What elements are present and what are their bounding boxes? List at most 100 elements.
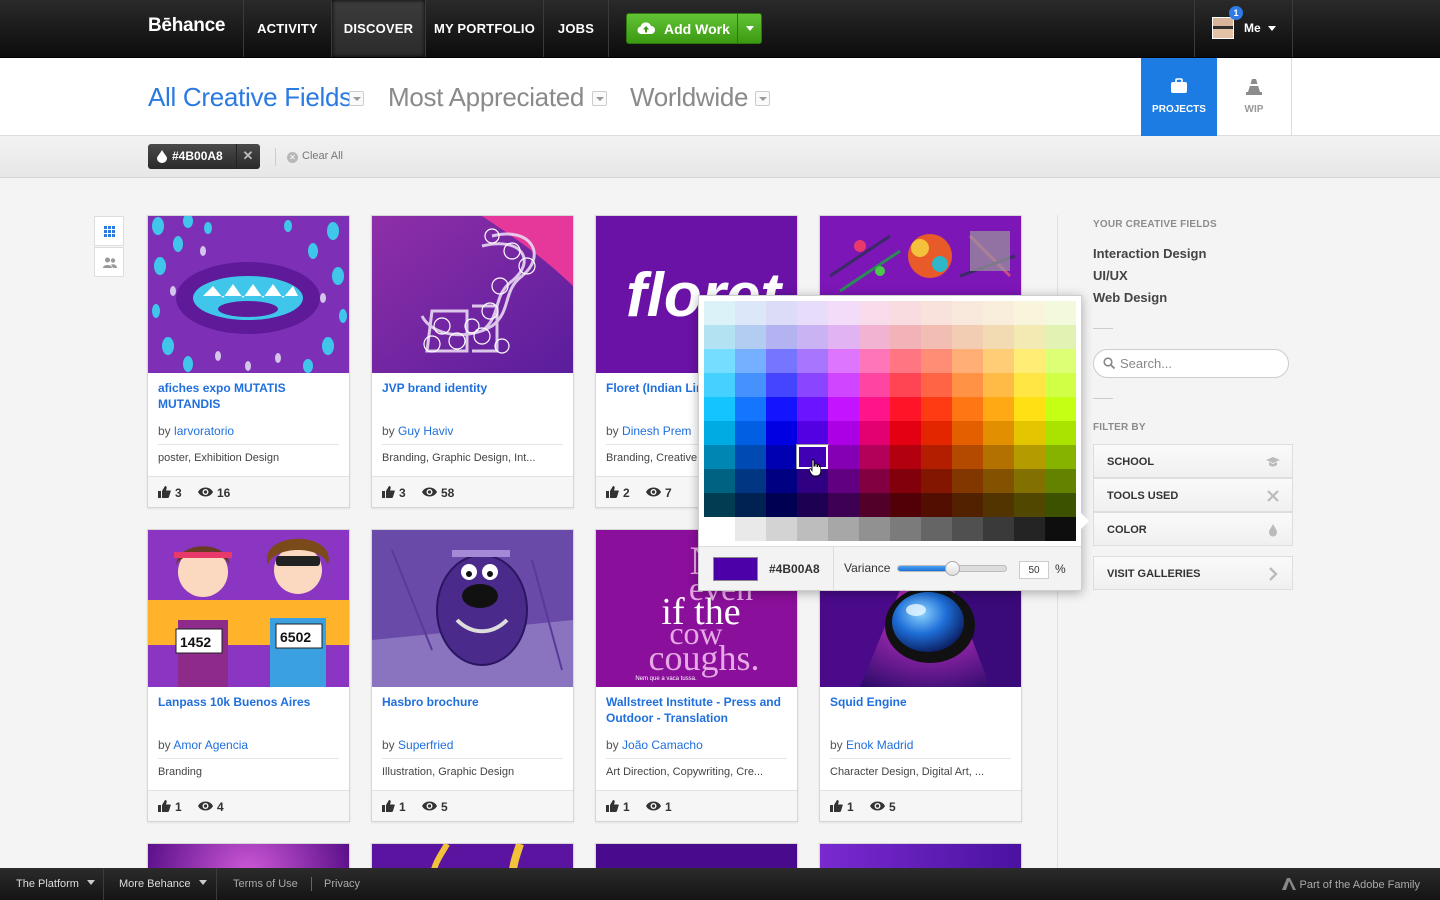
color-swatch[interactable] xyxy=(1014,397,1045,421)
color-swatch[interactable] xyxy=(890,421,921,445)
color-swatch[interactable] xyxy=(828,397,859,421)
grid-view-button[interactable] xyxy=(94,216,124,246)
users-view-button[interactable] xyxy=(94,247,124,277)
color-swatch[interactable] xyxy=(828,493,859,517)
nav-discover[interactable]: DISCOVER xyxy=(331,0,425,57)
chevron-down-icon[interactable] xyxy=(755,91,770,106)
color-swatch[interactable] xyxy=(983,421,1014,445)
color-swatch[interactable] xyxy=(828,301,859,325)
project-author-link[interactable]: larvoratorio xyxy=(174,424,234,438)
color-swatch[interactable] xyxy=(704,325,735,349)
color-swatch[interactable] xyxy=(766,349,797,373)
color-swatch[interactable] xyxy=(735,373,766,397)
color-swatch[interactable] xyxy=(704,421,735,445)
nav-my-portfolio[interactable]: MY PORTFOLIO xyxy=(425,0,543,57)
color-swatch[interactable] xyxy=(735,349,766,373)
grayscale-swatch[interactable] xyxy=(859,517,890,541)
color-swatch[interactable] xyxy=(921,373,952,397)
project-title[interactable]: Squid Engine xyxy=(830,694,1013,710)
color-swatch[interactable] xyxy=(1045,373,1076,397)
footer-the-platform[interactable]: The Platform xyxy=(16,878,95,890)
project-title[interactable]: Hasbro brochure xyxy=(382,694,565,710)
project-thumbnail[interactable] xyxy=(372,216,573,373)
color-swatch[interactable] xyxy=(1014,445,1045,469)
color-swatch[interactable] xyxy=(859,301,890,325)
filter-school[interactable]: SCHOOL xyxy=(1093,444,1293,478)
color-swatch[interactable] xyxy=(704,445,735,469)
project-author-link[interactable]: Guy Haviv xyxy=(398,424,453,438)
color-swatch[interactable] xyxy=(859,421,890,445)
variance-slider-handle[interactable] xyxy=(945,561,960,576)
variance-slider[interactable] xyxy=(897,561,1007,576)
color-swatch[interactable] xyxy=(921,445,952,469)
color-swatch[interactable] xyxy=(1014,301,1045,325)
color-swatch[interactable] xyxy=(952,349,983,373)
creative-field-link[interactable]: Interaction Design xyxy=(1093,246,1206,261)
color-swatch[interactable] xyxy=(766,397,797,421)
color-swatch[interactable] xyxy=(1045,493,1076,517)
color-swatch[interactable] xyxy=(859,469,890,493)
add-work-button[interactable]: Add Work xyxy=(626,13,762,44)
color-swatch[interactable] xyxy=(1014,325,1045,349)
color-swatch[interactable] xyxy=(859,397,890,421)
nav-activity[interactable]: ACTIVITY xyxy=(243,0,331,57)
color-swatch[interactable] xyxy=(797,493,828,517)
creative-field-link[interactable]: Web Design xyxy=(1093,290,1167,305)
project-title[interactable]: JVP brand identity xyxy=(382,380,565,396)
color-filter-chip[interactable]: #4B00A8 ✕ xyxy=(148,144,260,169)
color-swatch[interactable] xyxy=(952,325,983,349)
color-swatch[interactable] xyxy=(735,469,766,493)
color-swatch[interactable] xyxy=(890,445,921,469)
color-swatch[interactable] xyxy=(890,301,921,325)
color-swatch[interactable] xyxy=(1014,493,1045,517)
color-swatch[interactable] xyxy=(1045,349,1076,373)
creative-fields-dropdown[interactable]: All Creative Fields xyxy=(148,82,352,113)
color-swatch[interactable] xyxy=(828,421,859,445)
color-swatch[interactable] xyxy=(983,301,1014,325)
color-swatch[interactable] xyxy=(983,493,1014,517)
grayscale-swatch[interactable] xyxy=(797,517,828,541)
project-thumbnail[interactable] xyxy=(372,530,573,687)
grayscale-swatch[interactable] xyxy=(735,517,766,541)
color-swatch[interactable] xyxy=(704,301,735,325)
color-swatch[interactable] xyxy=(921,301,952,325)
color-swatch[interactable] xyxy=(952,421,983,445)
grayscale-swatch[interactable] xyxy=(704,517,735,541)
color-swatch[interactable] xyxy=(983,469,1014,493)
color-swatch[interactable] xyxy=(828,445,859,469)
project-author-link[interactable]: João Camacho xyxy=(622,738,703,752)
tab-projects[interactable]: PROJECTS xyxy=(1141,58,1217,136)
color-swatch[interactable] xyxy=(828,373,859,397)
color-swatch[interactable] xyxy=(859,325,890,349)
color-swatch[interactable] xyxy=(952,373,983,397)
grayscale-swatch[interactable] xyxy=(921,517,952,541)
color-swatch[interactable] xyxy=(921,421,952,445)
remove-chip-icon[interactable]: ✕ xyxy=(236,144,260,169)
color-swatch[interactable] xyxy=(704,349,735,373)
notification-badge[interactable]: 1 xyxy=(1229,6,1243,20)
tab-wip[interactable]: WIP xyxy=(1216,58,1292,136)
color-swatch[interactable] xyxy=(983,349,1014,373)
footer-more-behance[interactable]: More Behance xyxy=(119,878,207,890)
color-swatch[interactable] xyxy=(890,397,921,421)
color-swatch[interactable] xyxy=(704,373,735,397)
chevron-down-icon[interactable] xyxy=(592,91,607,106)
color-swatch[interactable] xyxy=(735,421,766,445)
color-swatch[interactable] xyxy=(797,397,828,421)
color-swatch[interactable] xyxy=(797,349,828,373)
project-author-link[interactable]: Amor Agencia xyxy=(173,738,248,752)
color-swatch[interactable] xyxy=(1045,445,1076,469)
sidebar-search-input[interactable] xyxy=(1093,349,1289,378)
adobe-family-link[interactable]: Part of the Adobe Family xyxy=(1281,878,1420,891)
color-swatch[interactable] xyxy=(1045,421,1076,445)
color-swatch[interactable] xyxy=(704,469,735,493)
color-swatch[interactable] xyxy=(704,397,735,421)
color-swatch[interactable] xyxy=(797,373,828,397)
color-swatch[interactable] xyxy=(1045,301,1076,325)
color-swatch[interactable] xyxy=(859,349,890,373)
color-swatch[interactable] xyxy=(735,325,766,349)
color-swatch[interactable] xyxy=(766,301,797,325)
chevron-down-icon[interactable] xyxy=(349,91,364,106)
grayscale-swatch[interactable] xyxy=(890,517,921,541)
project-thumbnail[interactable] xyxy=(148,216,349,373)
